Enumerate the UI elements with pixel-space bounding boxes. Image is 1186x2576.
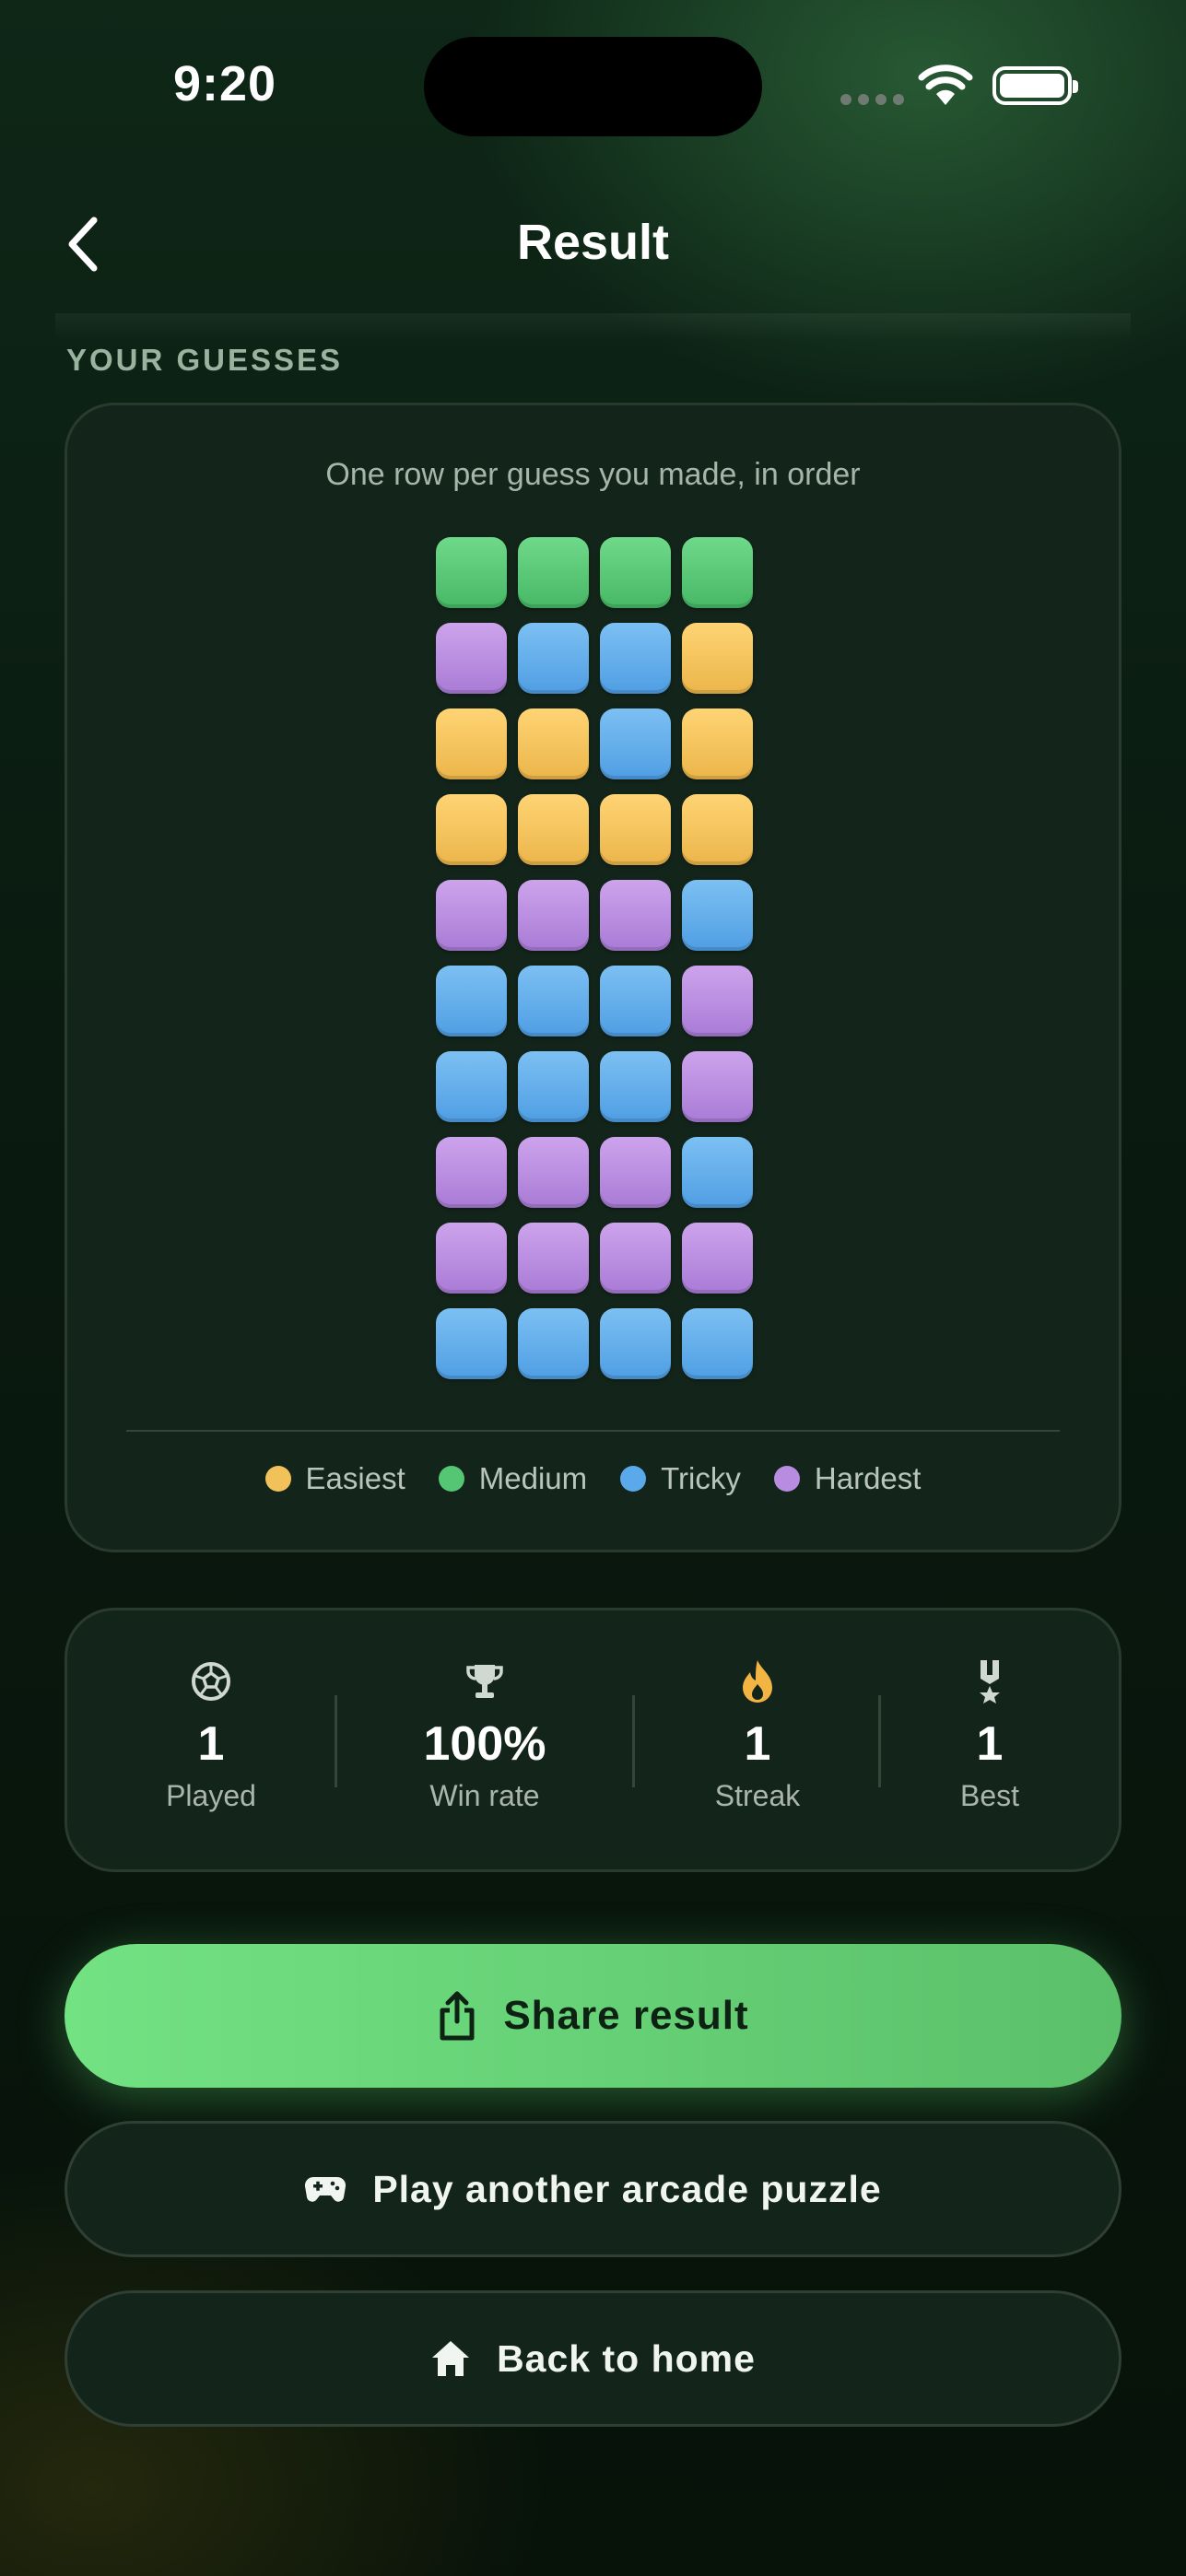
guess-tile-hardest — [436, 1137, 507, 1208]
section-label-your-guesses: YOUR GUESSES — [66, 343, 344, 377]
legend-dot-easiest — [264, 1466, 291, 1492]
play-another-label: Play another arcade puzzle — [372, 2167, 882, 2210]
dynamic-island — [424, 37, 762, 136]
guesses-caption: One row per guess you made, in order — [325, 457, 861, 492]
share-result-button[interactable]: Share result — [65, 1944, 1121, 2088]
guess-tile-easiest — [436, 794, 507, 865]
guess-tile-tricky — [600, 966, 671, 1036]
guess-tile-easiest — [682, 708, 753, 779]
legend-divider — [126, 1430, 1060, 1432]
guess-tile-easiest — [600, 794, 671, 865]
legend-label-tricky: Tricky — [661, 1461, 741, 1495]
guess-tile-hardest — [436, 623, 507, 694]
back-to-home-label: Back to home — [497, 2336, 756, 2380]
guess-tile-hardest — [600, 880, 671, 951]
guess-tile-tricky — [600, 623, 671, 694]
guess-tile-tricky — [518, 1308, 589, 1379]
legend-item-hardest: Hardest — [773, 1461, 922, 1496]
legend-item-easiest: Easiest — [264, 1461, 405, 1496]
guess-tile-hardest — [682, 1051, 753, 1122]
legend-dot-hardest — [773, 1466, 800, 1492]
stat-win-rate-value: 100% — [423, 1717, 546, 1771]
stat-played-label: Played — [166, 1779, 256, 1812]
difficulty-legend: Easiest Medium Tricky Hardest — [65, 1461, 1121, 1496]
stat-win-rate-label: Win rate — [429, 1779, 540, 1812]
guess-tile-hardest — [518, 880, 589, 951]
guess-tile-hardest — [436, 880, 507, 951]
guess-tile-tricky — [600, 1051, 671, 1122]
stat-played-value: 1 — [197, 1717, 225, 1771]
share-icon — [440, 1991, 475, 2041]
guess-tile-tricky — [436, 966, 507, 1036]
cellular-signal-icon — [840, 94, 904, 105]
legend-label-medium: Medium — [478, 1461, 588, 1495]
guess-tile-hardest — [518, 1137, 589, 1208]
guess-tile-hardest — [436, 1223, 507, 1294]
stat-played: 1 Played — [100, 1654, 322, 1813]
guess-tile-easiest — [682, 623, 753, 694]
guess-grid — [436, 537, 753, 1379]
guess-tile-easiest — [682, 794, 753, 865]
soccer-ball-icon — [192, 1662, 230, 1701]
legend-label-hardest: Hardest — [814, 1461, 922, 1495]
page-title: Result — [516, 215, 670, 270]
legend-item-medium: Medium — [438, 1461, 588, 1496]
guess-tile-hardest — [600, 1137, 671, 1208]
guess-tile-hardest — [518, 1223, 589, 1294]
guess-tile-medium — [518, 537, 589, 608]
header-divider — [55, 313, 1131, 341]
guess-tile-easiest — [436, 708, 507, 779]
guess-tile-tricky — [436, 1051, 507, 1122]
guess-tile-hardest — [682, 966, 753, 1036]
status-time: 9:20 — [173, 56, 277, 111]
home-icon — [432, 2341, 470, 2376]
guess-tile-tricky — [682, 1137, 753, 1208]
stat-best-value: 1 — [976, 1717, 1004, 1771]
stat-streak-value: 1 — [744, 1717, 771, 1771]
stat-streak-label: Streak — [714, 1779, 801, 1812]
stat-best: 1 Best — [879, 1654, 1100, 1813]
stat-divider — [335, 1695, 337, 1787]
guess-tile-tricky — [600, 708, 671, 779]
battery-icon — [992, 66, 1078, 105]
wifi-icon — [918, 64, 973, 105]
guess-tile-tricky — [600, 1308, 671, 1379]
stat-best-label: Best — [959, 1779, 1020, 1812]
medal-icon — [980, 1660, 1000, 1704]
stat-divider — [632, 1695, 635, 1787]
guess-tile-tricky — [518, 1051, 589, 1122]
guess-tile-tricky — [682, 880, 753, 951]
share-result-label: Share result — [503, 1993, 749, 2038]
stat-win-rate: 100% Win rate — [374, 1654, 595, 1813]
play-another-button[interactable]: Play another arcade puzzle — [65, 2121, 1121, 2257]
legend-dot-medium — [438, 1466, 464, 1492]
trophy-icon — [466, 1665, 503, 1698]
guess-tile-medium — [682, 537, 753, 608]
legend-label-easiest: Easiest — [305, 1461, 405, 1495]
guess-tile-hardest — [600, 1223, 671, 1294]
guess-tile-medium — [600, 537, 671, 608]
guess-tile-easiest — [518, 794, 589, 865]
guess-tile-tricky — [682, 1308, 753, 1379]
guess-tile-tricky — [518, 966, 589, 1036]
stat-streak: 1 Streak — [647, 1654, 868, 1813]
flame-icon — [743, 1660, 772, 1703]
guess-tile-easiest — [518, 708, 589, 779]
back-to-home-button[interactable]: Back to home — [65, 2290, 1121, 2427]
guess-tile-tricky — [436, 1308, 507, 1379]
legend-dot-tricky — [620, 1466, 647, 1492]
guess-tile-hardest — [682, 1223, 753, 1294]
guess-tile-tricky — [518, 623, 589, 694]
guess-tile-medium — [436, 537, 507, 608]
gamepad-icon — [305, 2176, 346, 2202]
legend-item-tricky: Tricky — [620, 1461, 741, 1496]
